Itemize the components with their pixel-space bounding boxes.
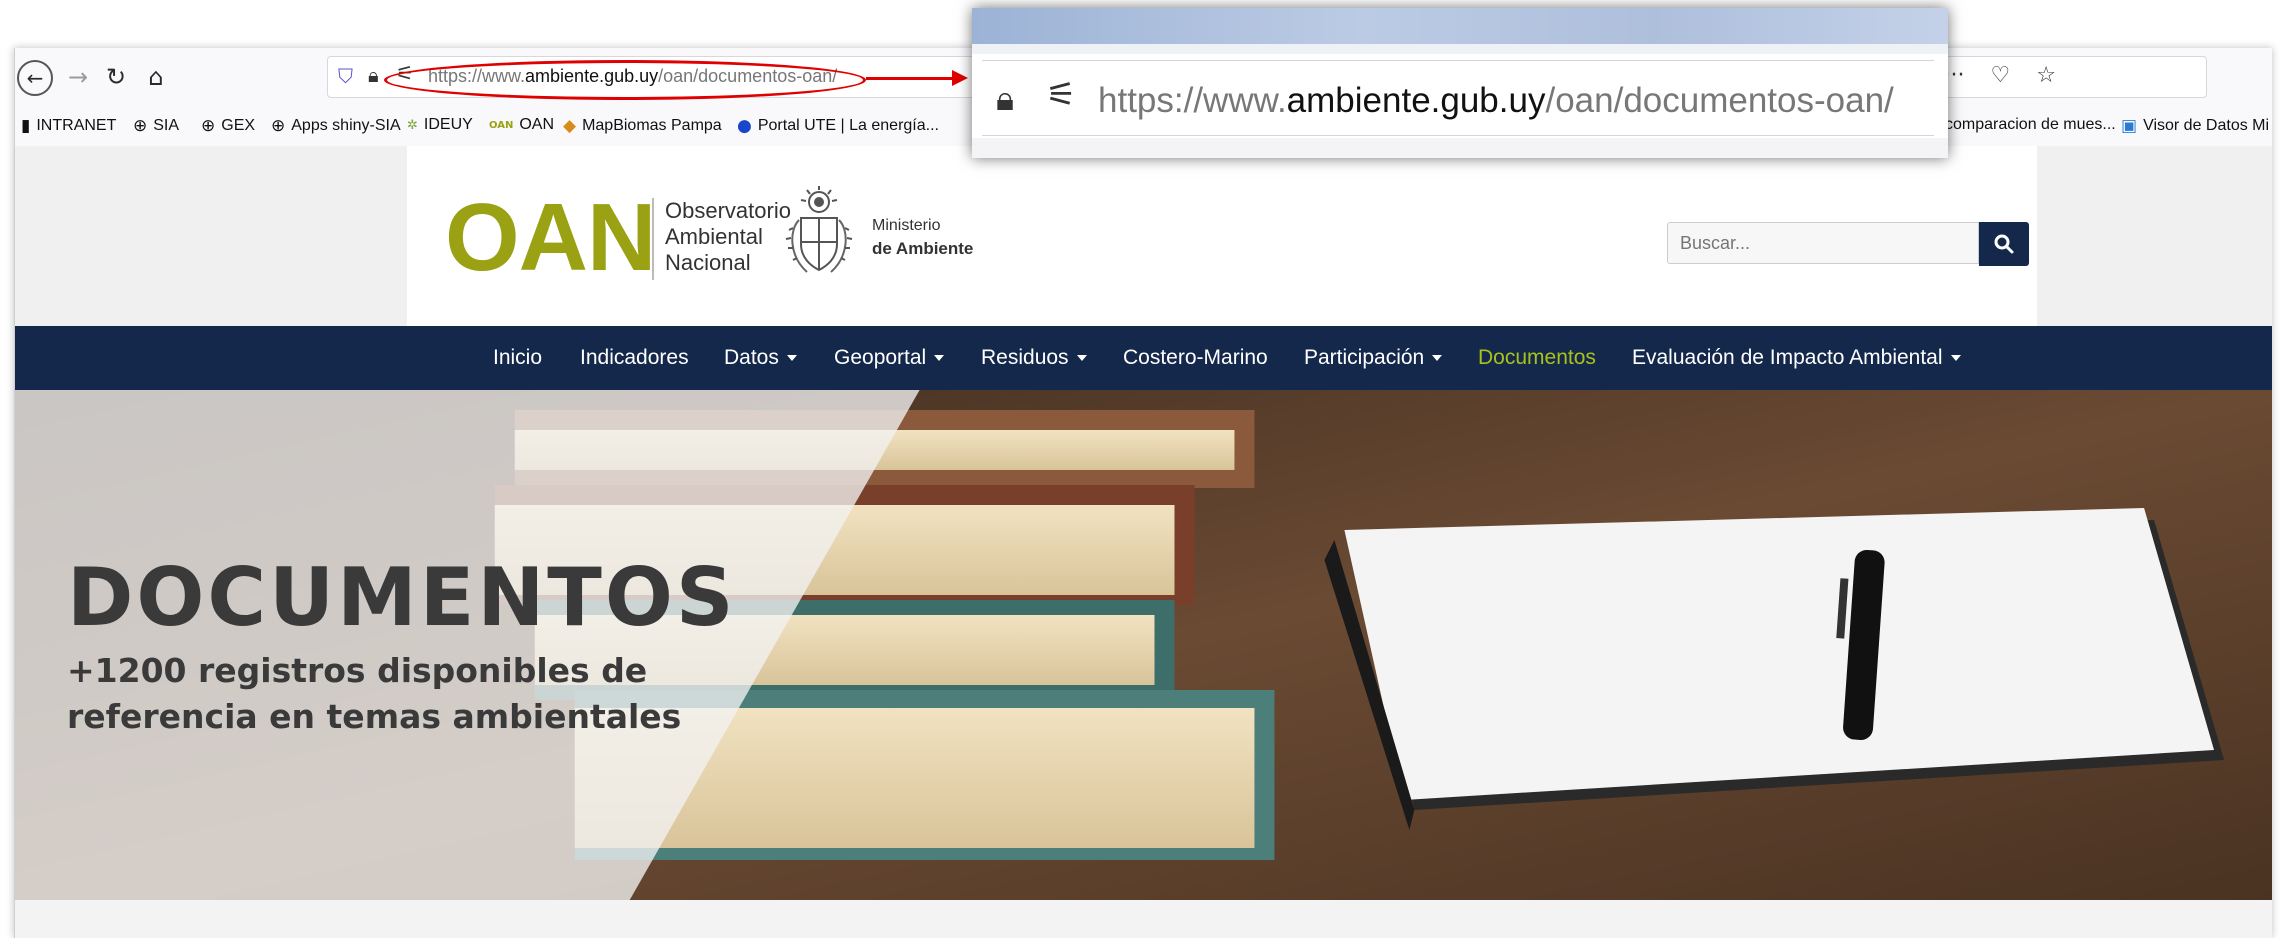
annotation-arrow-head-icon xyxy=(952,70,968,86)
caret-down-icon xyxy=(934,355,945,362)
nav-label: Inicio xyxy=(493,346,543,369)
caret-down-icon xyxy=(1432,355,1443,362)
bookmark-label: IDEUY xyxy=(423,116,473,133)
ute-icon: ● xyxy=(737,116,752,136)
zoomed-address-callout: 🔒︎ ⚟ https://www.ambiente.gub.uy/oan/doc… xyxy=(972,8,1948,158)
pocket-icon[interactable]: ♡ xyxy=(1991,63,2011,88)
ministry-line-1: Ministerio xyxy=(872,217,941,234)
reload-icon[interactable]: ↻ xyxy=(99,60,133,94)
annotation-arrow-line xyxy=(866,77,960,80)
nav-costero-marino[interactable]: Costero-Marino xyxy=(1123,346,1268,369)
bookmark-sia[interactable]: ⊕ SIA xyxy=(133,116,179,136)
nav-label: Geoportal xyxy=(834,346,927,369)
bookmark-label: Visor de Datos Mi xyxy=(2143,117,2270,134)
bookmark-label: SIA xyxy=(153,117,180,134)
oan-logo[interactable]: OAN xyxy=(445,190,656,286)
bookmark-ideuy[interactable]: ✲ IDEUY xyxy=(407,116,473,134)
bookmark-label: OAN xyxy=(519,116,555,133)
content-strip xyxy=(15,900,2272,938)
logo-line-3: Nacional xyxy=(665,250,751,275)
bookmark-oan[interactable]: OAN OAN xyxy=(489,116,554,134)
bookmark-label: GEX xyxy=(221,117,256,134)
bookmark-visor[interactable]: ▣ Visor de Datos Mi xyxy=(2121,116,2269,136)
bookmark-label: comparacion de mues... xyxy=(1945,116,2116,133)
bookmark-comparacion[interactable]: comparacion de mues... xyxy=(1945,116,2116,134)
permissions-icon: ⚟ xyxy=(1046,75,1077,115)
nav-indicadores[interactable]: Indicadores xyxy=(580,346,689,369)
visor-icon: ▣ xyxy=(2121,116,2138,136)
bookmark-mapbiomas[interactable]: ◆ MapBiomas Pampa xyxy=(563,116,722,136)
forward-arrow-icon[interactable]: → xyxy=(61,60,95,94)
oan-icon: OAN xyxy=(489,119,514,131)
tracking-shield-icon[interactable]: ⛉ xyxy=(338,64,353,88)
bookmark-label: INTRANET xyxy=(36,117,117,134)
zoom-url-text: https://www.ambiente.gub.uy/oan/document… xyxy=(1098,81,1894,121)
globe-icon: ⊕ xyxy=(133,116,148,136)
home-icon[interactable]: ⌂ xyxy=(139,60,173,94)
nav-datos[interactable]: Datos xyxy=(724,346,797,369)
bookmark-label: Apps shiny-SIA xyxy=(291,117,401,134)
ideuy-icon: ✲ xyxy=(407,117,418,133)
zoom-url-prefix: https://www. xyxy=(1098,81,1287,120)
hero-photo xyxy=(15,390,2272,900)
highlight-ellipse xyxy=(384,60,866,100)
zoom-address-bar: 🔒︎ ⚟ https://www.ambiente.gub.uy/oan/doc… xyxy=(982,60,1934,136)
logo-line-1: Observatorio xyxy=(665,198,791,223)
coat-of-arms-icon xyxy=(785,186,853,273)
bookmark-apps-shiny[interactable]: ⊕ Apps shiny-SIA xyxy=(271,116,401,136)
magnifier-icon xyxy=(1994,234,2014,254)
search-input[interactable] xyxy=(1667,222,1979,264)
bookmark-intranet[interactable]: ▮ INTRANET xyxy=(21,116,116,136)
hero-subtitle-line-1: +1200 registros disponibles de xyxy=(67,651,648,690)
hero-title: DOCUMENTOS xyxy=(67,551,737,644)
bookmark-star-icon[interactable]: ☆ xyxy=(2036,63,2056,88)
mapbiomas-icon: ◆ xyxy=(563,116,577,136)
zoom-bottom-strip xyxy=(972,138,1948,158)
nav-label: Participación xyxy=(1304,346,1425,369)
lock-icon: 🔒︎ xyxy=(996,79,1015,119)
logo-divider xyxy=(652,198,654,280)
browser-window: ← → ↻ ⌂ ⛉ 🔒︎ ⚟ https://www.ambiente.gub.… xyxy=(14,48,2272,938)
globe-icon: ⊕ xyxy=(201,116,216,136)
nav-label: Indicadores xyxy=(580,346,689,369)
search-button[interactable] xyxy=(1979,222,2029,266)
screenshot-stage: ← → ↻ ⌂ ⛉ 🔒︎ ⚟ https://www.ambiente.gub.… xyxy=(0,0,2282,938)
bookmark-label: MapBiomas Pampa xyxy=(582,117,722,134)
caret-down-icon xyxy=(786,355,797,362)
nav-label: Documentos xyxy=(1478,346,1596,369)
nav-inicio[interactable]: Inicio xyxy=(493,346,542,369)
logo-line-2: Ambiental xyxy=(665,224,763,249)
hero-subtitle-line-2: referencia en temas ambientales xyxy=(67,697,682,736)
nav-label: Residuos xyxy=(981,346,1069,369)
bookmark-gex[interactable]: ⊕ GEX xyxy=(201,116,255,136)
site-header: OAN Observatorio Ambiental Nacional Mini… xyxy=(407,146,2037,326)
web-page: OAN Observatorio Ambiental Nacional Mini… xyxy=(15,146,2272,938)
lock-icon[interactable]: 🔒︎ xyxy=(368,63,379,87)
nav-geoportal[interactable]: Geoportal xyxy=(834,346,945,369)
nav-label: Datos xyxy=(724,346,779,369)
zoom-tabstrip xyxy=(972,8,1948,44)
nav-label: Evaluación de Impacto Ambiental xyxy=(1632,346,1943,369)
zoom-url-domain: ambiente.gub.uy xyxy=(1286,81,1546,120)
nav-participacion[interactable]: Participación xyxy=(1304,346,1443,369)
nav-documentos[interactable]: Documentos xyxy=(1478,346,1596,369)
globe-icon: ⊕ xyxy=(271,116,286,136)
zoom-divider xyxy=(972,44,1948,54)
page-icon: ▮ xyxy=(21,116,31,136)
nav-evaluacion-impacto[interactable]: Evaluación de Impacto Ambiental xyxy=(1632,346,1961,369)
hero-banner: DOCUMENTOS +1200 registros disponibles d… xyxy=(15,390,2272,900)
bookmark-label: Portal UTE | La energía... xyxy=(757,117,939,134)
ministry-line-2: de Ambiente xyxy=(872,239,974,258)
nav-residuos[interactable]: Residuos xyxy=(981,346,1087,369)
main-nav: Inicio Indicadores Datos Geoportal Resid… xyxy=(15,326,2272,390)
back-arrow-icon[interactable]: ← xyxy=(17,60,53,96)
nav-label: Costero-Marino xyxy=(1123,346,1268,369)
bookmark-portal-ute[interactable]: ● Portal UTE | La energía... xyxy=(737,116,939,136)
caret-down-icon xyxy=(1950,355,1961,362)
zoom-url-path: /oan/documentos-oan/ xyxy=(1545,81,1894,120)
caret-down-icon xyxy=(1076,355,1087,362)
